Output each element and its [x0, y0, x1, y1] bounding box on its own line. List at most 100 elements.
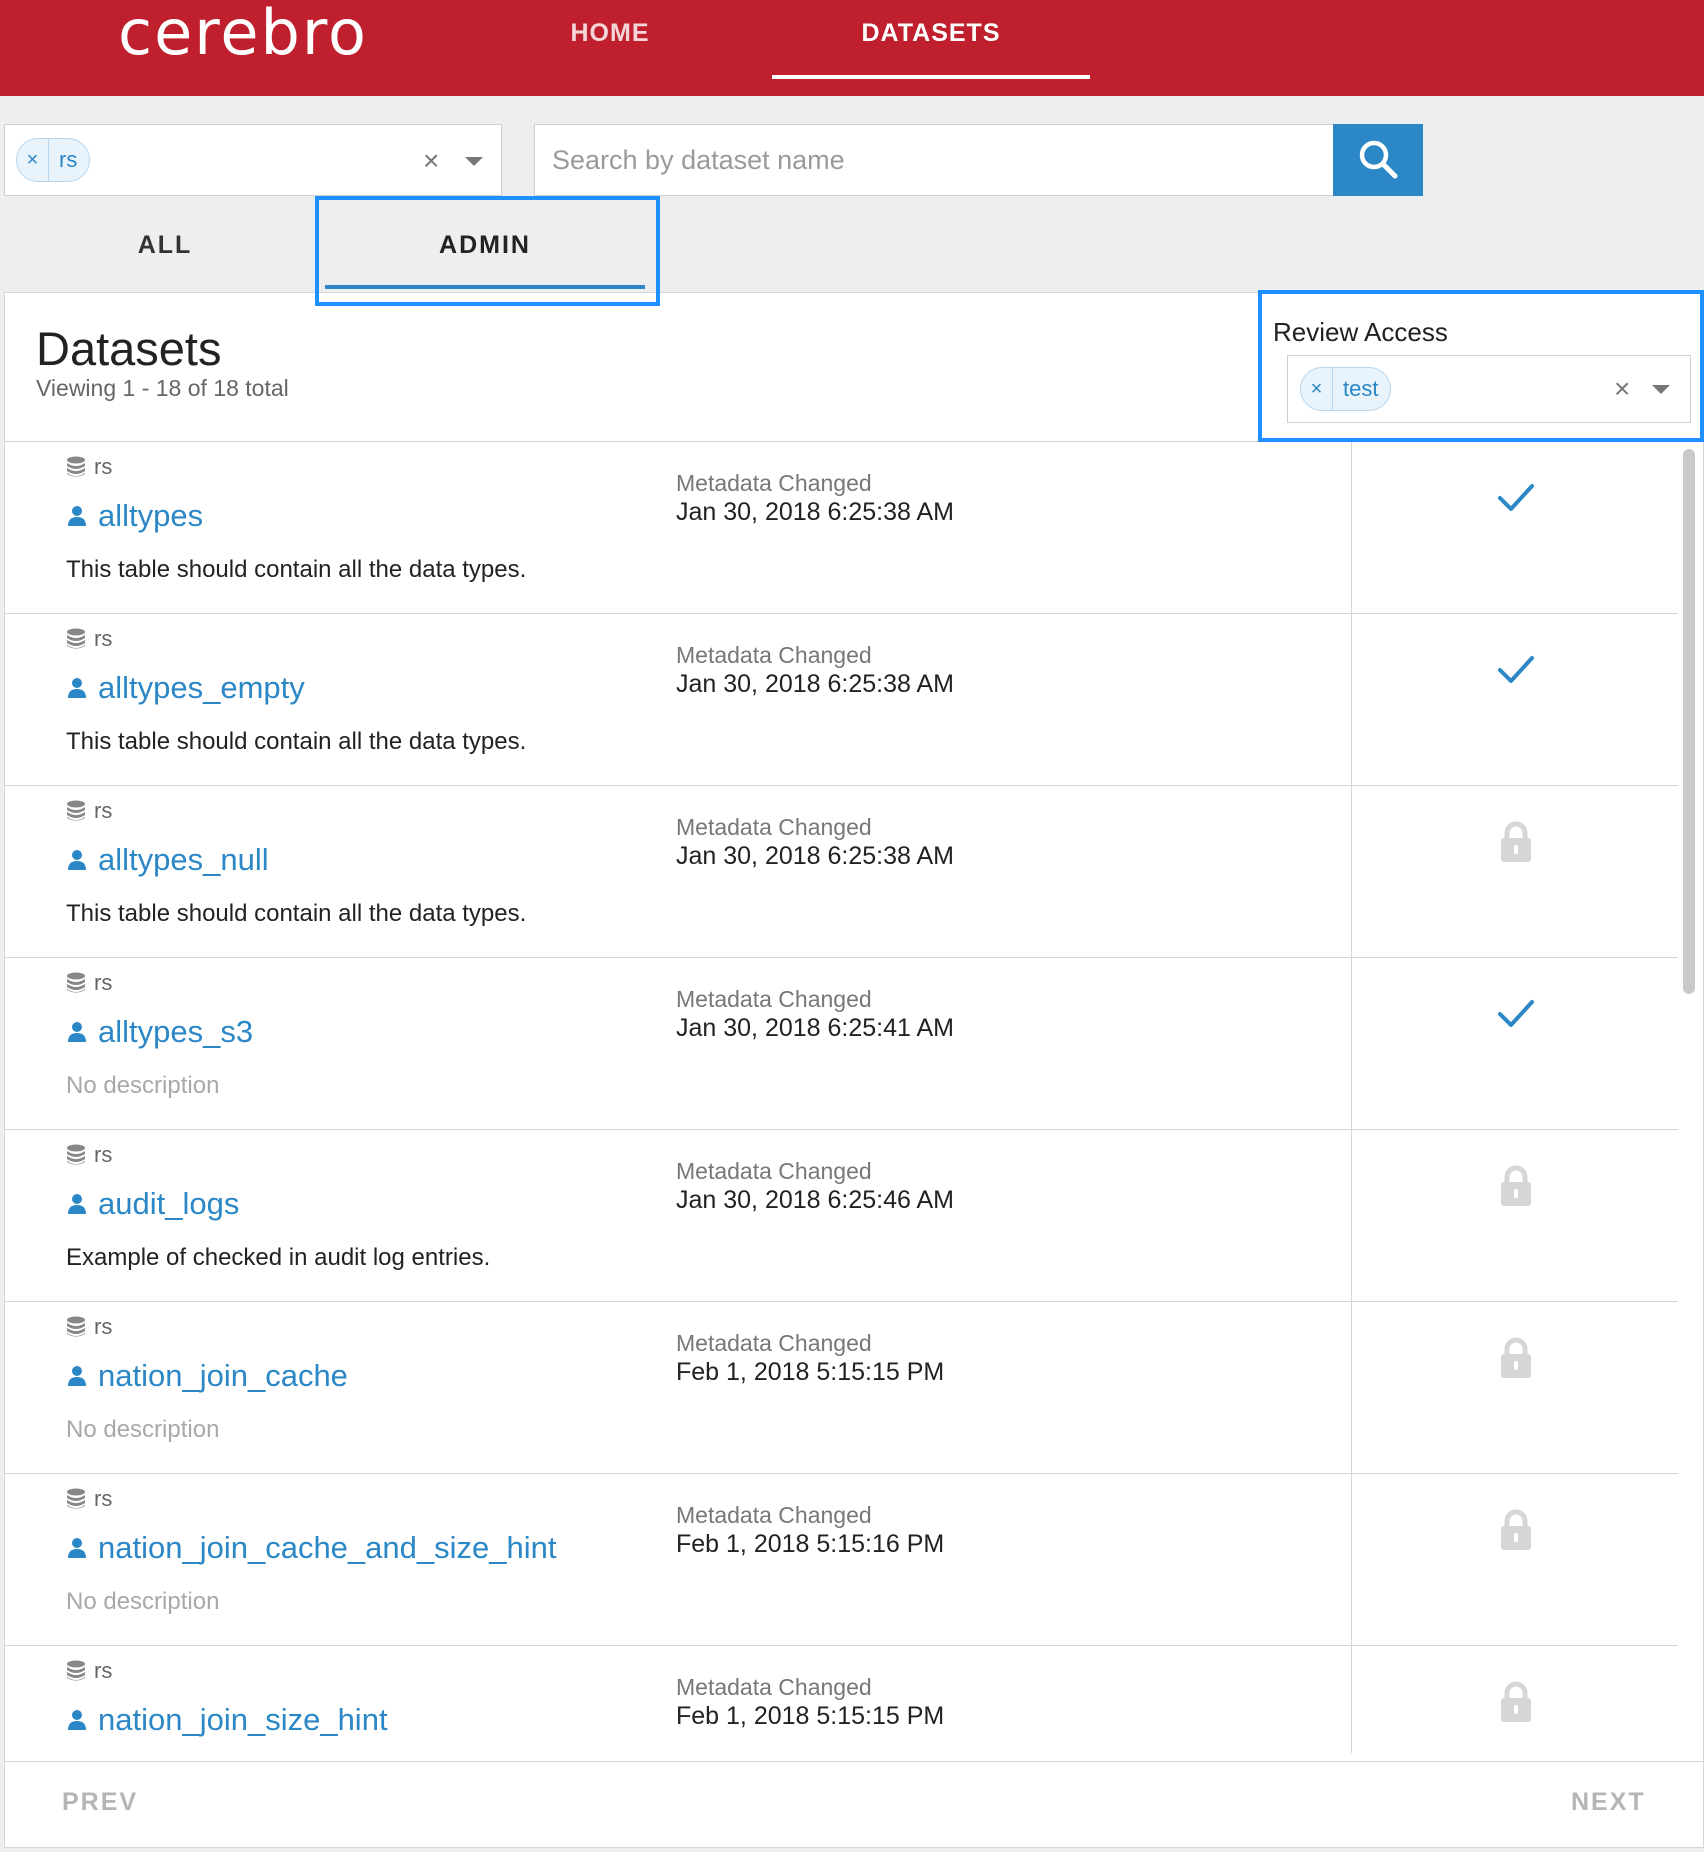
dataset-name: alltypes_s3	[98, 1014, 254, 1049]
prev-page-button[interactable]: PREV	[62, 1788, 138, 1817]
dataset-row: rs nation_join_cache No description Meta…	[5, 1302, 1678, 1474]
metadata-changed-label: Metadata Changed	[676, 1330, 872, 1356]
column-divider	[1351, 1302, 1352, 1474]
metadata-changed-label: Metadata Changed	[676, 1502, 872, 1528]
check-icon	[1498, 1000, 1534, 1027]
dataset-name: nation_join_cache_and_size_hint	[98, 1530, 557, 1565]
dataset-link[interactable]: alltypes	[66, 498, 203, 534]
dataset-link[interactable]: nation_join_cache_and_size_hint	[66, 1530, 556, 1566]
database-name: rs	[94, 1314, 113, 1339]
search-button[interactable]	[1333, 124, 1423, 196]
scrollbar-thumb[interactable]	[1683, 449, 1695, 994]
dataset-row: rs audit_logs Example of checked in audi…	[5, 1130, 1678, 1302]
review-access-select[interactable]: × test ×	[1287, 355, 1691, 423]
dataset-link[interactable]: nation_join_cache	[66, 1358, 348, 1394]
metadata-changed-date: Feb 1, 2018 5:15:16 PM	[676, 1530, 945, 1558]
dataset-link[interactable]: alltypes_null	[66, 842, 269, 878]
dataset-link[interactable]: alltypes_s3	[66, 1014, 253, 1050]
database-icon	[67, 1316, 85, 1337]
dataset-description: Example of checked in audit log entries.	[66, 1244, 491, 1271]
database-icon	[67, 1660, 85, 1681]
dataset-link[interactable]: alltypes_empty	[66, 670, 305, 706]
metadata-changed-date: Jan 30, 2018 6:25:38 AM	[676, 498, 954, 526]
database-ref: rs	[66, 798, 112, 824]
review-access-tag: × test	[1300, 367, 1392, 411]
remove-tag-icon[interactable]: ×	[1301, 368, 1333, 410]
remove-tag-icon[interactable]: ×	[17, 139, 49, 181]
database-ref: rs	[66, 1142, 112, 1168]
lock-icon	[1501, 1337, 1531, 1378]
database-tag-label: rs	[59, 147, 78, 172]
pagination: PREV NEXT	[5, 1761, 1703, 1847]
clear-filter-icon[interactable]: ×	[423, 147, 439, 175]
review-access-label: Review Access	[1273, 317, 1448, 347]
chevron-down-icon[interactable]	[465, 157, 483, 166]
nav-datasets[interactable]: DATASETS	[772, 0, 1090, 80]
check-icon	[1498, 484, 1534, 511]
nav-home[interactable]: HOME	[540, 0, 680, 80]
dataset-name: alltypes	[98, 498, 204, 533]
dataset-row: rs alltypes_null This table should conta…	[5, 786, 1678, 958]
user-icon	[68, 850, 86, 870]
access-status	[1496, 820, 1536, 869]
dataset-name: alltypes_null	[98, 842, 269, 877]
database-name: rs	[94, 1658, 113, 1683]
database-filter-select[interactable]: × rs ×	[4, 124, 502, 196]
database-icon	[67, 1488, 85, 1509]
check-icon	[1498, 656, 1534, 683]
metadata-changed-label: Metadata Changed	[676, 1158, 872, 1184]
metadata-changed-label: Metadata Changed	[676, 470, 872, 496]
clear-review-access-icon[interactable]: ×	[1614, 375, 1630, 403]
results-count: Viewing 1 - 18 of 18 total	[36, 375, 289, 401]
user-icon	[68, 1022, 86, 1042]
metadata-changed-label: Metadata Changed	[676, 642, 872, 668]
metadata-changed-label: Metadata Changed	[676, 986, 872, 1012]
user-icon	[68, 506, 86, 526]
dataset-description: No description	[66, 1416, 220, 1443]
page-title: Datasets	[36, 322, 222, 375]
metadata-changed-label: Metadata Changed	[676, 814, 872, 840]
user-icon	[68, 1538, 86, 1558]
tab-admin[interactable]: ADMIN	[325, 198, 645, 292]
access-status	[1496, 1680, 1536, 1729]
dataset-row: rs nation_join_cache_and_size_hint No de…	[5, 1474, 1678, 1646]
dataset-description: No description	[66, 1072, 220, 1099]
access-status	[1496, 1164, 1536, 1213]
database-ref: rs	[66, 1658, 112, 1684]
database-name: rs	[94, 970, 113, 995]
tab-active-indicator	[325, 285, 645, 289]
database-ref: rs	[66, 1314, 112, 1340]
access-status	[1496, 478, 1536, 523]
search-icon	[1359, 140, 1398, 179]
dataset-search-input[interactable]	[534, 124, 1334, 196]
dataset-description: This table should contain all the data t…	[66, 900, 527, 927]
user-icon	[68, 1710, 86, 1730]
access-status	[1496, 994, 1536, 1039]
database-icon	[67, 456, 85, 477]
dataset-name: nation_join_size_hint	[98, 1702, 388, 1737]
next-page-button[interactable]: NEXT	[1571, 1788, 1646, 1817]
dataset-row: rs alltypes_s3 No description Metadata C…	[5, 958, 1678, 1130]
database-ref: rs	[66, 970, 112, 996]
review-access-tag-label: test	[1343, 376, 1379, 401]
lock-icon	[1501, 821, 1531, 862]
dataset-link[interactable]: nation_join_size_hint	[66, 1702, 388, 1738]
dataset-link[interactable]: audit_logs	[66, 1186, 239, 1222]
column-divider	[1351, 442, 1352, 614]
dataset-row: rs alltypes_empty This table should cont…	[5, 614, 1678, 786]
tab-all[interactable]: ALL	[60, 198, 270, 292]
lock-icon	[1501, 1509, 1531, 1550]
dataset-row: rs nation_join_size_hint Metadata Change…	[5, 1646, 1678, 1753]
dataset-list: rs alltypes This table should contain al…	[5, 442, 1678, 1753]
column-divider	[1351, 1130, 1352, 1302]
access-status	[1496, 1336, 1536, 1385]
list-scrollbar[interactable]	[1681, 445, 1695, 1745]
user-icon	[68, 678, 86, 698]
chevron-down-icon[interactable]	[1652, 385, 1670, 394]
user-icon	[68, 1194, 86, 1214]
database-ref: rs	[66, 626, 112, 652]
user-icon	[68, 1366, 86, 1386]
dataset-description: This table should contain all the data t…	[66, 728, 527, 755]
database-icon	[67, 628, 85, 649]
cerebro-logo[interactable]: cerebro	[118, 0, 368, 69]
